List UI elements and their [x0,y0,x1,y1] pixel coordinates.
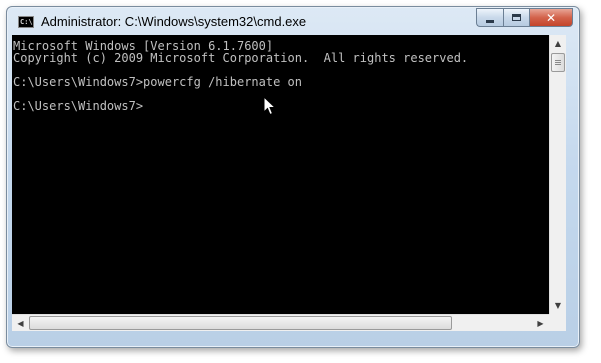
console-prompt: C:\Users\Windows7> [13,99,144,113]
horizontal-scroll-thumb[interactable] [29,316,452,330]
close-button[interactable]: ✕ [529,8,573,27]
grip-line [555,64,561,65]
scroll-left-arrow-icon[interactable]: ◀ [12,315,29,331]
mouse-pointer-icon [263,96,277,116]
horizontal-scrollbar[interactable]: ◀ ▶ [12,314,549,331]
console-line: C:\Users\Windows7>powercfg /hibernate on [13,75,302,89]
title-bar[interactable]: C:\ Administrator: C:\Windows\system32\c… [7,7,579,35]
maximize-button[interactable] [503,8,529,27]
window-title: Administrator: C:\Windows\system32\cmd.e… [41,14,307,29]
close-icon: ✕ [545,10,557,25]
minimize-button[interactable] [476,8,503,27]
resize-grip[interactable] [549,314,566,331]
console-output[interactable]: Microsoft Windows [Version 6.1.7600] Cop… [12,35,549,314]
vertical-scrollbar[interactable]: ▲ ▼ [549,35,566,314]
scroll-up-arrow-icon[interactable]: ▲ [550,35,566,52]
minimize-icon [486,19,494,23]
scroll-right-arrow-icon[interactable]: ▶ [532,315,549,331]
caption-buttons: ✕ [476,8,573,27]
maximize-icon [512,14,521,21]
scroll-down-arrow-icon[interactable]: ▼ [550,297,566,314]
grip-line [555,62,561,63]
cmd-app-icon[interactable]: C:\ [18,16,34,28]
grip-line [555,60,561,61]
console-line: Copyright (c) 2009 Microsoft Corporation… [13,51,469,65]
vertical-scroll-thumb[interactable] [551,53,565,72]
